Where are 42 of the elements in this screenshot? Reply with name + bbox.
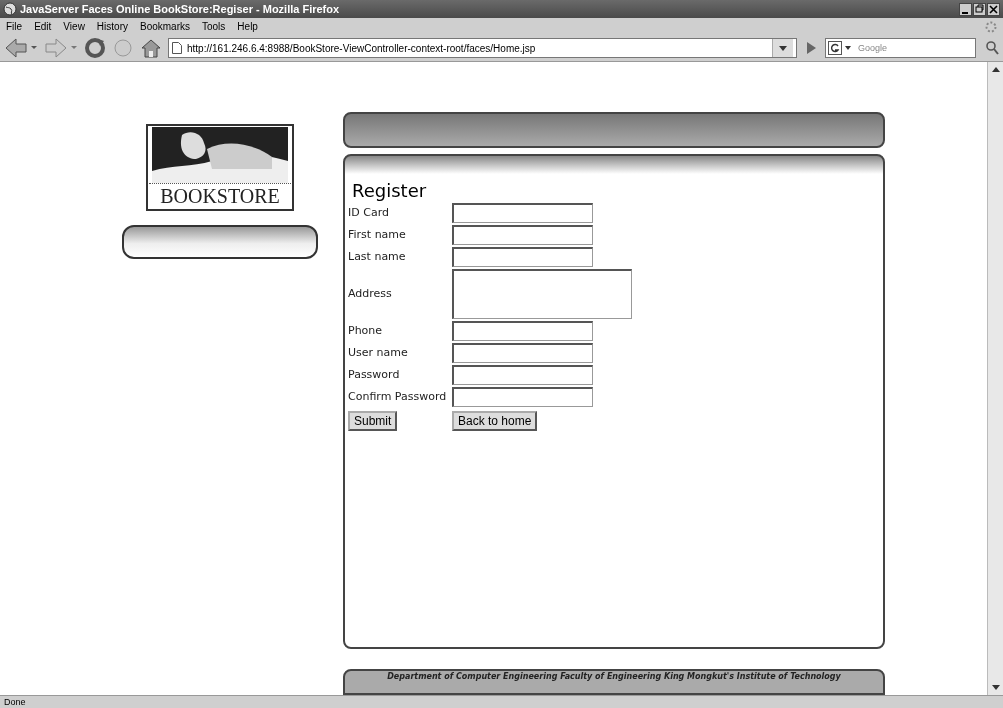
field-label: ID Card xyxy=(348,206,390,220)
text-field[interactable] xyxy=(452,202,593,223)
home-icon[interactable] xyxy=(140,37,162,59)
reload-icon[interactable] xyxy=(84,37,106,59)
throbber-icon xyxy=(985,20,997,33)
menu-item[interactable]: Tools xyxy=(202,21,226,32)
menu-item[interactable]: Bookmarks xyxy=(140,21,190,32)
menu-item[interactable]: File xyxy=(6,21,23,32)
search-icon[interactable] xyxy=(985,40,999,56)
text-field[interactable] xyxy=(452,246,593,267)
close-icon[interactable] xyxy=(987,2,1000,16)
menu-item[interactable]: Help xyxy=(237,21,258,32)
text-field[interactable] xyxy=(452,320,593,341)
text-field[interactable] xyxy=(452,364,593,385)
field-label: User name xyxy=(348,346,409,360)
status-text: Done xyxy=(4,697,26,707)
address-field[interactable]: http://161.246.6.4:8988/BookStore-ViewController-context-root/faces/Home.jsp xyxy=(168,38,797,58)
field-label: Address xyxy=(348,287,393,301)
field-label: Last name xyxy=(348,250,407,264)
field-label: Password xyxy=(348,368,401,382)
restore-icon[interactable] xyxy=(973,2,986,16)
text-field[interactable] xyxy=(452,342,593,363)
menu-item[interactable]: View xyxy=(63,21,85,32)
form-title: Register xyxy=(351,179,428,201)
text-field[interactable] xyxy=(452,386,593,407)
logo-text: BOOKSTORE xyxy=(149,183,291,208)
minimize-icon[interactable] xyxy=(959,2,972,16)
submit-button[interactable]: Submit xyxy=(348,410,398,431)
scrollbar[interactable] xyxy=(987,62,1003,695)
field-label: Phone xyxy=(348,324,384,338)
menu-item[interactable]: History xyxy=(96,21,128,32)
field-label: Confirm Password xyxy=(348,390,448,404)
window-title: JavaServer Faces Online BookStore:Regiser - Mozilla Firefox xyxy=(20,3,341,15)
address-textarea[interactable] xyxy=(452,268,632,319)
text-field[interactable] xyxy=(452,224,593,245)
back-button[interactable]: Back to home xyxy=(452,410,538,431)
globe-icon xyxy=(3,2,17,16)
page-icon xyxy=(172,42,182,54)
menu-item[interactable]: Edit xyxy=(34,21,52,32)
footer-text: Department of Computer Engineering Faculty of Engineering King Mongkut's Institute of Technology xyxy=(387,672,841,684)
back-arrow-icon[interactable] xyxy=(4,37,38,59)
field-label: First name xyxy=(348,228,407,242)
